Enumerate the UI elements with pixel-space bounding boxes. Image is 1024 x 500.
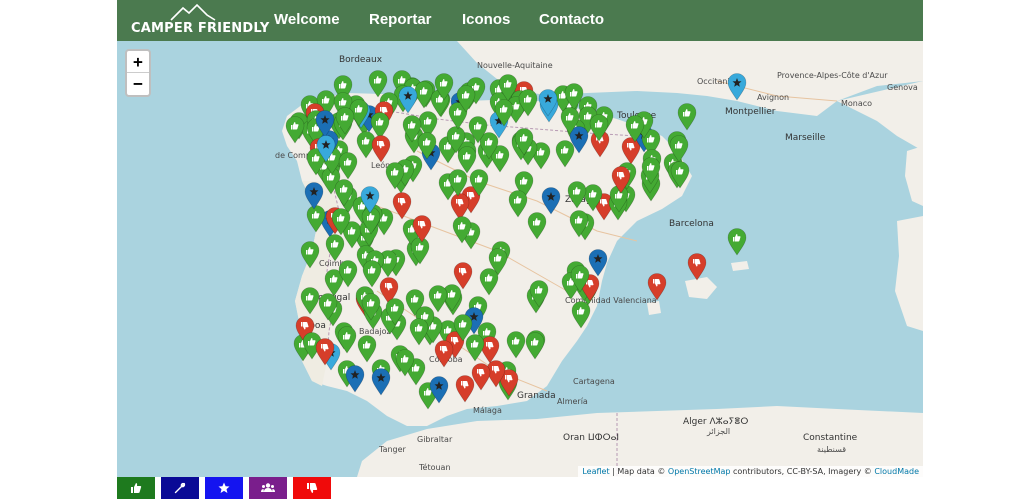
map-marker-thumbs-up[interactable]	[529, 280, 549, 308]
map-marker-thumbs-down[interactable]	[453, 262, 473, 290]
map-marker-thumbs-up[interactable]	[395, 349, 415, 377]
map-marker-favorite[interactable]	[727, 73, 747, 101]
map-marker-thumbs-up[interactable]	[571, 301, 591, 329]
map-marker-thumbs-up[interactable]	[385, 162, 405, 190]
zoom-in-button[interactable]: +	[127, 51, 149, 73]
marker-layer	[117, 41, 923, 477]
filter-bar	[117, 477, 923, 499]
map-marker-thumbs-up[interactable]	[514, 128, 534, 156]
map-marker-thumbs-up[interactable]	[567, 181, 587, 209]
map-marker-thumbs-up[interactable]	[518, 89, 538, 117]
map-marker-thumbs-up[interactable]	[318, 293, 338, 321]
map-canvas[interactable]: Bordeaux Toulouse Montpellier Avignon Ma…	[117, 41, 923, 477]
map-marker-thumbs-down[interactable]	[412, 215, 432, 243]
map-marker-favorite[interactable]	[360, 186, 380, 214]
filter-thumbs-up-button[interactable]	[117, 477, 155, 499]
attribution-text: | Map data ©	[609, 467, 668, 476]
navbar: CAMPER FRIENDLY Welcome Reportar Iconos …	[117, 0, 923, 41]
attribution-text: contributors, CC-BY-SA, Imagery ©	[730, 467, 875, 476]
nav-link-reportar[interactable]: Reportar	[369, 11, 432, 28]
map-marker-thumbs-down[interactable]	[434, 340, 454, 368]
filter-thumbs-down-button[interactable]	[293, 477, 331, 499]
logo-text: CAMPER FRIENDLY	[131, 21, 270, 36]
filter-community-button[interactable]	[249, 477, 287, 499]
map-marker-thumbs-up[interactable]	[525, 332, 545, 360]
map-marker-thumbs-up[interactable]	[331, 208, 351, 236]
map-marker-thumbs-up[interactable]	[465, 334, 485, 362]
map-marker-service[interactable]	[315, 110, 335, 138]
leaflet-link[interactable]: Leaflet	[582, 467, 609, 476]
map-marker-thumbs-up[interactable]	[508, 190, 528, 218]
map-marker-thumbs-up[interactable]	[560, 107, 580, 135]
map-marker-service[interactable]	[371, 368, 391, 396]
map-marker-thumbs-up[interactable]	[300, 287, 320, 315]
map-marker-thumbs-down[interactable]	[647, 273, 667, 301]
cloudmade-link[interactable]: CloudMade	[874, 467, 919, 476]
map-marker-thumbs-up[interactable]	[385, 298, 405, 326]
map-marker-thumbs-up[interactable]	[727, 228, 747, 256]
map-marker-thumbs-up[interactable]	[570, 265, 590, 293]
map-marker-thumbs-up[interactable]	[589, 114, 609, 142]
map-marker-thumbs-up[interactable]	[362, 260, 382, 288]
mountain-logo-icon	[170, 3, 216, 21]
osm-link[interactable]: OpenStreetMap	[668, 467, 731, 476]
map-marker-thumbs-up[interactable]	[334, 179, 354, 207]
map-marker-favorite[interactable]	[398, 86, 418, 114]
map-marker-thumbs-down[interactable]	[371, 135, 391, 163]
map-marker-service[interactable]	[541, 187, 561, 215]
map-marker-thumbs-up[interactable]	[498, 74, 518, 102]
map-marker-thumbs-up[interactable]	[468, 116, 488, 144]
map-marker-thumbs-up[interactable]	[677, 103, 697, 131]
filter-service-button[interactable]	[161, 477, 199, 499]
map-marker-thumbs-up[interactable]	[428, 285, 448, 313]
map-marker-thumbs-down[interactable]	[471, 363, 491, 391]
map-marker-thumbs-up[interactable]	[409, 318, 429, 346]
map-marker-thumbs-up[interactable]	[434, 73, 454, 101]
map-marker-thumbs-up[interactable]	[494, 99, 514, 127]
map-marker-thumbs-down[interactable]	[687, 253, 707, 281]
map-marker-thumbs-up[interactable]	[335, 107, 355, 135]
map-marker-thumbs-up[interactable]	[300, 241, 320, 269]
logo[interactable]: CAMPER FRIENDLY	[131, 3, 269, 39]
nav-link-contacto[interactable]: Contacto	[539, 11, 604, 28]
map-marker-thumbs-down[interactable]	[315, 338, 335, 366]
star-icon	[218, 482, 230, 493]
map-marker-service[interactable]	[429, 376, 449, 404]
thumbs-down-icon	[307, 483, 318, 493]
map-marker-thumbs-up[interactable]	[669, 135, 689, 163]
nav-link-iconos[interactable]: Iconos	[462, 11, 510, 28]
map-marker-thumbs-up[interactable]	[285, 116, 305, 144]
zoom-out-button[interactable]: −	[127, 73, 149, 95]
map-marker-thumbs-down[interactable]	[611, 166, 631, 194]
map-marker-thumbs-up[interactable]	[337, 326, 357, 354]
map-marker-service[interactable]	[588, 249, 608, 277]
map-marker-thumbs-up[interactable]	[670, 161, 690, 189]
map-marker-thumbs-up[interactable]	[452, 216, 472, 244]
map-marker-favorite[interactable]	[538, 89, 558, 117]
map-marker-thumbs-up[interactable]	[479, 268, 499, 296]
wrench-icon	[174, 482, 186, 494]
map-marker-thumbs-down[interactable]	[392, 192, 412, 220]
map-marker-thumbs-up[interactable]	[506, 331, 526, 359]
map-marker-thumbs-up[interactable]	[456, 85, 476, 113]
map-marker-thumbs-up[interactable]	[325, 234, 345, 262]
map-marker-thumbs-up[interactable]	[569, 210, 589, 238]
nav-link-welcome[interactable]: Welcome	[274, 11, 340, 28]
map-marker-thumbs-up[interactable]	[457, 146, 477, 174]
filter-favorite-button[interactable]	[205, 477, 243, 499]
app-root: CAMPER FRIENDLY Welcome Reportar Iconos …	[117, 0, 923, 500]
map-marker-thumbs-up[interactable]	[641, 157, 661, 185]
map-marker-thumbs-up[interactable]	[402, 115, 422, 143]
map-attribution: Leaflet | Map data © OpenStreetMap contr…	[578, 466, 923, 477]
map-marker-service[interactable]	[345, 365, 365, 393]
map-marker-thumbs-up[interactable]	[361, 293, 381, 321]
map-marker-thumbs-up[interactable]	[338, 260, 358, 288]
thumbs-up-icon	[131, 483, 142, 493]
zoom-control: + −	[125, 49, 151, 97]
map-marker-thumbs-up[interactable]	[338, 152, 358, 180]
map-marker-thumbs-up[interactable]	[625, 115, 645, 143]
map-marker-thumbs-up[interactable]	[527, 212, 547, 240]
users-icon	[261, 483, 275, 492]
